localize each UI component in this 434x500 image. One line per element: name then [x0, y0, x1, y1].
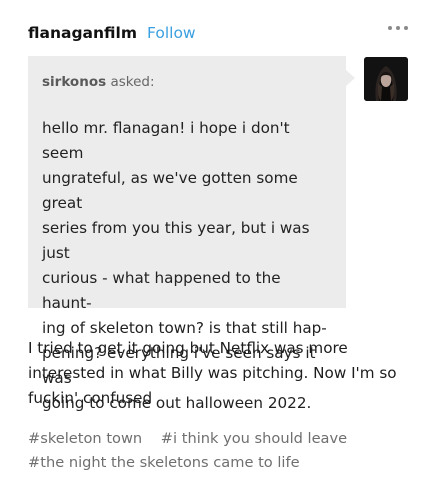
- tag-link[interactable]: #the night the skeletons came to life: [28, 454, 300, 471]
- asked-label: asked:: [110, 74, 155, 90]
- post: flanaganfilm Follow sirkonos asked: hell…: [0, 0, 434, 500]
- answer-line: interested in what Billy was pitching. N…: [28, 364, 397, 382]
- answer-line: I tried to get it going but Netflix was …: [28, 339, 348, 357]
- follow-button[interactable]: Follow: [147, 24, 196, 42]
- post-header: flanaganfilm Follow: [28, 22, 196, 44]
- more-dot: [404, 26, 408, 30]
- question-line: hello mr. flanagan! i hope i don't seem: [42, 119, 290, 162]
- blog-name-link[interactable]: flanaganfilm: [28, 24, 137, 42]
- answer-line: fuckin' confused: [28, 389, 153, 407]
- avatar-image: [364, 57, 408, 101]
- tag-link[interactable]: #skeleton town: [28, 430, 142, 447]
- answer-text: I tried to get it going but Netflix was …: [28, 336, 423, 411]
- tag-list: #skeleton town #i think you should leave…: [28, 427, 423, 475]
- more-dot: [396, 26, 400, 30]
- question-line: series from you this year, but i was jus…: [42, 219, 310, 262]
- asker-line: sirkonos asked:: [42, 74, 334, 90]
- more-options-icon[interactable]: [388, 26, 408, 30]
- ask-bubble: sirkonos asked: hello mr. flanagan! i ho…: [28, 56, 355, 412]
- more-dot: [388, 26, 392, 30]
- tag-link[interactable]: #i think you should leave: [161, 430, 347, 447]
- question-line: ungrateful, as we've gotten some great: [42, 169, 298, 212]
- question-line: curious - what happened to the haunt-: [42, 269, 281, 312]
- asker-avatar[interactable]: [364, 57, 408, 101]
- asker-name-link[interactable]: sirkonos: [42, 74, 106, 90]
